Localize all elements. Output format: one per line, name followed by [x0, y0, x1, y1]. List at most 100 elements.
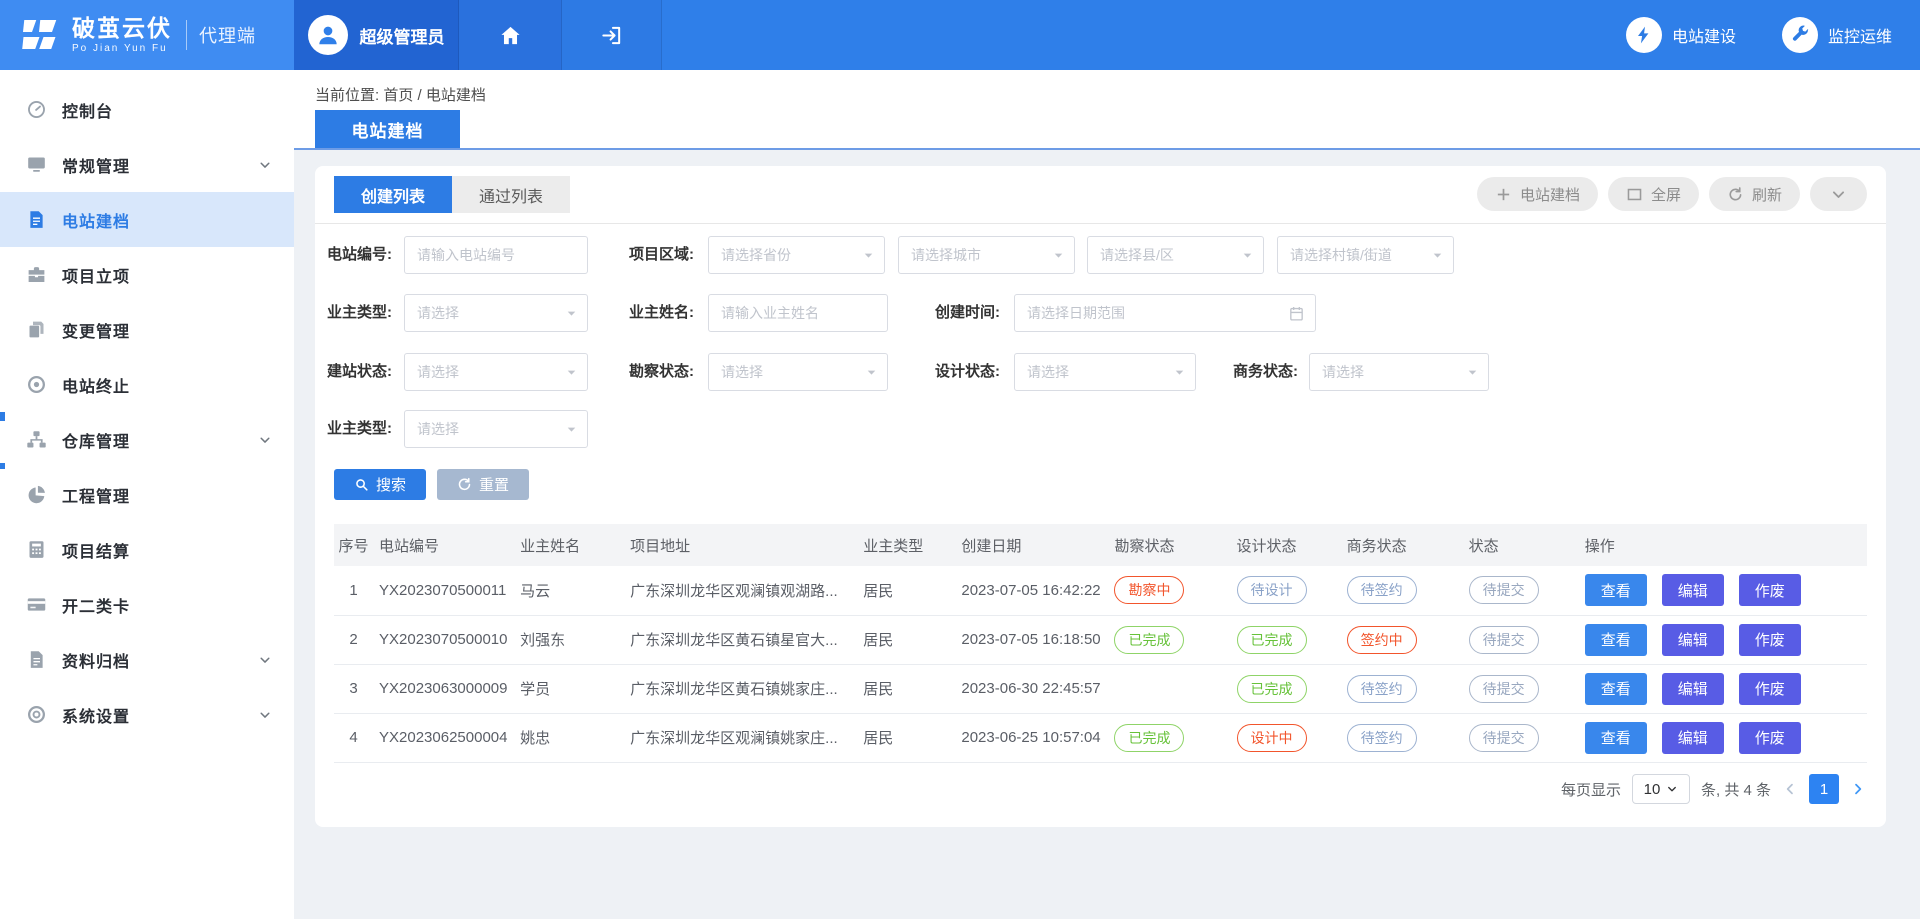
- business-status-badge: 签约中: [1347, 626, 1417, 654]
- void-button[interactable]: 作废: [1739, 624, 1801, 656]
- village-select[interactable]: 请选择村镇/街道: [1277, 236, 1454, 274]
- owner-type-select[interactable]: 请选择: [404, 294, 588, 332]
- module-station-construction[interactable]: 电站建设: [1626, 17, 1736, 53]
- tab-create-list[interactable]: 创建列表: [334, 176, 452, 213]
- edit-button[interactable]: 编辑: [1662, 574, 1724, 606]
- sidebar-item-console[interactable]: 控制台: [0, 82, 294, 137]
- cell-created: 2023-07-05 16:42:22: [955, 566, 1108, 615]
- sidebar-item-station-archive[interactable]: 电站建档: [0, 192, 294, 247]
- fullscreen-button[interactable]: 全屏: [1608, 177, 1699, 211]
- gear-icon: [26, 704, 47, 725]
- sidebar-item-change-mgmt[interactable]: 变更管理: [0, 302, 294, 357]
- owner-type2-label: 业主类型:: [327, 410, 392, 448]
- search-button[interactable]: 搜索: [334, 469, 426, 500]
- card-icon: [26, 594, 47, 615]
- edit-button[interactable]: 编辑: [1662, 624, 1724, 656]
- module-monitoring-ops[interactable]: 监控运维: [1782, 17, 1892, 53]
- county-select[interactable]: 请选择县/区: [1087, 236, 1264, 274]
- breadcrumb-current: 电站建档: [426, 87, 486, 104]
- calendar-icon: [1288, 305, 1305, 322]
- void-button[interactable]: 作废: [1739, 574, 1801, 606]
- col-header-survey: 勘察状态: [1108, 524, 1230, 566]
- design-status-badge: 待设计: [1237, 576, 1307, 604]
- design-status-badge: 设计中: [1237, 724, 1307, 752]
- home-button[interactable]: [459, 0, 562, 70]
- business-status-select[interactable]: 请选择: [1309, 353, 1489, 391]
- chevron-down-icon: [1666, 783, 1678, 795]
- status-badge: 待提交: [1469, 724, 1539, 752]
- per-page-select[interactable]: 10: [1632, 774, 1690, 804]
- sitemap-icon: [26, 429, 47, 450]
- sidebar-item-system-settings[interactable]: 系统设置: [0, 687, 294, 742]
- owner-name-label: 业主姓名:: [629, 294, 694, 332]
- province-select[interactable]: 请选择省份: [708, 236, 885, 274]
- filter-row-2: 业主类型: 请选择 业主姓名: 请输入业主姓名 创建时间: 请选择日期范围: [334, 294, 1867, 332]
- sidebar-item-data-archive[interactable]: 资料归档: [0, 632, 294, 687]
- region-label: 项目区域:: [629, 236, 694, 274]
- owner-type2-select[interactable]: 请选择: [404, 410, 588, 448]
- cell-owner: 姚忠: [514, 713, 624, 762]
- cell-address: 广东深圳龙华区黄石镇星官大...: [624, 615, 857, 664]
- page-tab-station-archive[interactable]: 电站建档: [315, 110, 460, 148]
- user-menu[interactable]: 超级管理员: [294, 0, 459, 70]
- build-status-label: 建站状态:: [327, 353, 392, 391]
- list-tabs: 创建列表 通过列表: [334, 176, 570, 213]
- pagination: 每页显示 10 条, 共 4 条 1: [1561, 774, 1866, 804]
- caret-down-icon: [1173, 366, 1186, 379]
- prev-page-button[interactable]: [1782, 781, 1798, 797]
- document-icon: [26, 209, 47, 230]
- view-button[interactable]: 查看: [1585, 673, 1647, 705]
- sidebar-item-station-termination[interactable]: 电站终止: [0, 357, 294, 412]
- panel-divider: [315, 223, 1886, 224]
- collapse-button[interactable]: [1810, 177, 1867, 211]
- caret-down-icon: [565, 366, 578, 379]
- col-header-design: 设计状态: [1231, 524, 1341, 566]
- caret-down-icon: [1052, 249, 1065, 262]
- city-select[interactable]: 请选择城市: [898, 236, 1075, 274]
- sidebar-scrollbar-thumb[interactable]: [0, 412, 5, 421]
- search-icon: [354, 477, 369, 492]
- main-content: 当前位置: 首页 / 电站建档 电站建档 创建列表 通过列表 电站建档 全屏 刷…: [294, 70, 1920, 919]
- refresh-button[interactable]: 刷新: [1709, 177, 1800, 211]
- sidebar-item-warehouse-mgmt[interactable]: 仓库管理: [0, 412, 294, 467]
- sidebar-item-type2-card[interactable]: 开二类卡: [0, 577, 294, 632]
- table-row: 3 YX2023063000009 学员 广东深圳龙华区黄石镇姚家庄... 居民…: [334, 664, 1867, 713]
- sidebar-scrollbar-thumb[interactable]: [0, 463, 5, 469]
- sidebar-item-engineering-mgmt[interactable]: 工程管理: [0, 467, 294, 522]
- placeholder: 请输入业主姓名: [721, 303, 819, 323]
- view-button[interactable]: 查看: [1585, 624, 1647, 656]
- create-station-button[interactable]: 电站建档: [1477, 177, 1598, 211]
- placeholder: 请选择村镇/街道: [1290, 245, 1392, 265]
- next-page-button[interactable]: [1850, 781, 1866, 797]
- design-status-select[interactable]: 请选择: [1014, 353, 1196, 391]
- station-no-label: 电站编号:: [327, 236, 392, 274]
- survey-status-select[interactable]: 请选择: [708, 353, 888, 391]
- edit-button[interactable]: 编辑: [1662, 722, 1724, 754]
- cell-type: 居民: [857, 664, 955, 713]
- sidebar-item-project-initiation[interactable]: 项目立项: [0, 247, 294, 302]
- build-status-select[interactable]: 请选择: [404, 353, 588, 391]
- date-range-input[interactable]: 请选择日期范围: [1014, 294, 1316, 332]
- logout-button[interactable]: [562, 0, 662, 70]
- file-icon: [26, 649, 47, 670]
- breadcrumb-home-link[interactable]: 首页: [383, 87, 413, 104]
- page-number-button[interactable]: 1: [1809, 774, 1839, 804]
- station-no-input[interactable]: 请输入电站编号: [404, 236, 588, 274]
- cell-type: 居民: [857, 566, 955, 615]
- copy-icon: [26, 319, 47, 340]
- sidebar-item-project-settlement[interactable]: 项目结算: [0, 522, 294, 577]
- void-button[interactable]: 作废: [1739, 722, 1801, 754]
- logo-section: 破茧云伏 Po Jian Yun Fu 代理端: [0, 0, 294, 70]
- caret-down-icon: [565, 307, 578, 320]
- tab-passed-list[interactable]: 通过列表: [452, 176, 570, 213]
- wrench-icon: [1790, 25, 1810, 45]
- void-button[interactable]: 作废: [1739, 673, 1801, 705]
- sidebar-item-general-mgmt[interactable]: 常规管理: [0, 137, 294, 192]
- user-icon: [315, 22, 341, 48]
- view-button[interactable]: 查看: [1585, 574, 1647, 606]
- edit-button[interactable]: 编辑: [1662, 673, 1724, 705]
- chevron-down-icon: [258, 158, 272, 172]
- view-button[interactable]: 查看: [1585, 722, 1647, 754]
- reset-button[interactable]: 重置: [437, 469, 529, 500]
- owner-name-input[interactable]: 请输入业主姓名: [708, 294, 888, 332]
